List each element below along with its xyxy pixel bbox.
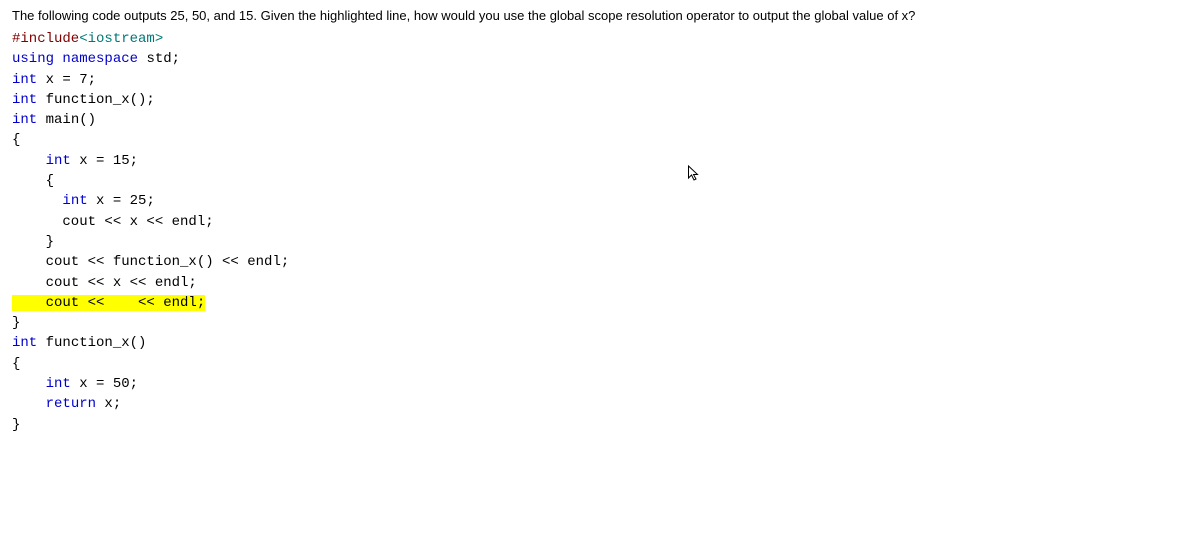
highlighted-line: cout << << endl; — [12, 295, 205, 311]
code-text: } — [12, 417, 20, 433]
code-text — [12, 193, 62, 209]
keyword-int: int — [46, 376, 71, 392]
code-block: #include<iostream> using namespace std; … — [12, 29, 1188, 435]
code-text: function_x() — [37, 335, 146, 351]
code-text: cout << x << endl; — [12, 275, 197, 291]
keyword-int: int — [12, 92, 37, 108]
code-text: x; — [96, 396, 121, 412]
code-text: cout << function_x() << endl; — [12, 254, 289, 270]
code-text: x = 7; — [37, 72, 96, 88]
preprocessor-directive: #include — [12, 31, 79, 47]
code-text: x = 15; — [71, 153, 138, 169]
code-text: function_x(); — [37, 92, 155, 108]
keyword-int: int — [62, 193, 87, 209]
keyword-int: int — [46, 153, 71, 169]
keyword-namespace: namespace — [62, 51, 138, 67]
code-text: main() — [37, 112, 96, 128]
code-text — [12, 396, 46, 412]
include-header: <iostream> — [79, 31, 163, 47]
keyword-return: return — [46, 396, 96, 412]
code-text: std; — [138, 51, 180, 67]
code-text — [12, 376, 46, 392]
code-text: x = 25; — [88, 193, 155, 209]
keyword-int: int — [12, 72, 37, 88]
code-text: { — [12, 356, 20, 372]
code-text: { — [12, 132, 20, 148]
keyword-int: int — [12, 335, 37, 351]
code-text — [12, 153, 46, 169]
mouse-cursor-icon — [687, 165, 700, 187]
code-text: cout << x << endl; — [12, 214, 214, 230]
code-text: } — [12, 315, 20, 331]
keyword-int: int — [12, 112, 37, 128]
code-text: { — [12, 173, 54, 189]
keyword-using: using — [12, 51, 54, 67]
question-text: The following code outputs 25, 50, and 1… — [12, 8, 1188, 23]
code-text: x = 50; — [71, 376, 138, 392]
code-text: } — [12, 234, 54, 250]
